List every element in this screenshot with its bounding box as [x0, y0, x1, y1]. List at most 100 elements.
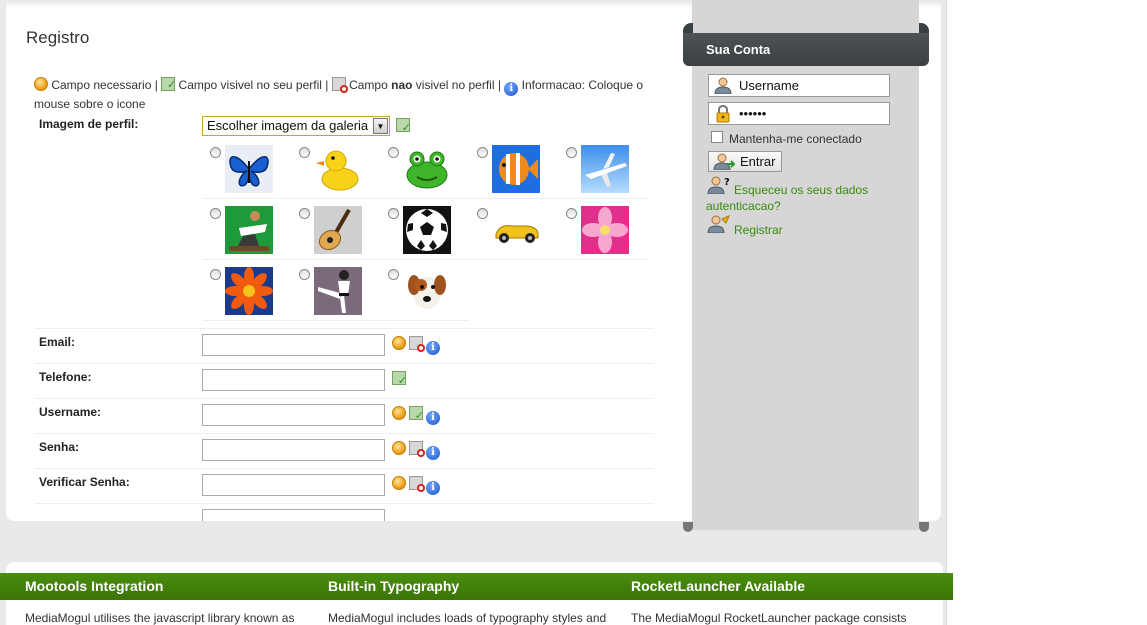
field-divider — [34, 328, 654, 329]
user-login-icon — [713, 153, 737, 173]
email-field-icons: i — [392, 336, 443, 355]
verify-password-label: Verificar Senha: — [39, 475, 130, 489]
next-field-partial[interactable] — [202, 509, 385, 521]
gallery-option-butterfly[interactable] — [202, 140, 291, 198]
phone-field[interactable] — [202, 369, 385, 391]
legend-required-text: Campo necessario | — [51, 78, 158, 92]
required-icon — [392, 406, 406, 420]
info-icon: i — [504, 82, 519, 96]
gallery-radio[interactable] — [210, 269, 221, 280]
required-icon — [34, 77, 48, 91]
right-blank-area — [946, 0, 1147, 625]
dog-thumbnail[interactable] — [403, 267, 451, 315]
required-icon — [392, 441, 406, 455]
soccer-ball-thumbnail[interactable] — [403, 206, 451, 254]
gallery-option-fish[interactable] — [469, 140, 558, 198]
info-icon[interactable]: i — [426, 446, 440, 460]
gallery-option-airplane[interactable] — [558, 140, 647, 198]
gallery-select[interactable]: Escolher imagem da galeria ▼ — [202, 116, 390, 136]
login-password-input[interactable]: •••••• — [708, 102, 890, 125]
airplane-thumbnail[interactable] — [581, 145, 629, 193]
user-icon — [714, 77, 732, 95]
gallery-radio[interactable] — [210, 147, 221, 158]
gallery-option-orange-flower[interactable] — [202, 262, 291, 320]
karate-thumbnail[interactable] — [314, 267, 362, 315]
feature-title-typography: Built-in Typography — [328, 578, 460, 594]
gallery-select-value: Escolher imagem da galeria — [207, 118, 369, 133]
gallery-row-divider — [202, 198, 648, 199]
gallery-option-duck[interactable] — [291, 140, 380, 198]
guitar-thumbnail[interactable] — [314, 206, 362, 254]
sidebar-title: Sua Conta — [683, 23, 929, 66]
not-visible-icon[interactable] — [409, 441, 425, 457]
feature-title-rocketlauncher: RocketLauncher Available — [631, 578, 806, 594]
gallery-option-skateboarder[interactable] — [202, 201, 291, 259]
info-icon[interactable]: i — [426, 411, 440, 425]
login-password-value: •••••• — [739, 106, 767, 121]
visible-icon — [161, 77, 176, 93]
password-label: Senha: — [39, 440, 80, 454]
orange-flower-thumbnail[interactable] — [225, 267, 273, 315]
gallery-radio[interactable] — [477, 208, 488, 219]
username-field[interactable] — [202, 404, 385, 426]
feature-text-typography: MediaMogul includes loads of typography … — [328, 611, 607, 625]
rubber-duck-thumbnail[interactable] — [314, 145, 362, 193]
profile-image-label: Imagem de perfil: — [39, 117, 139, 131]
gallery-option-frog[interactable] — [380, 140, 469, 198]
verify-password-field-icons: i — [392, 476, 443, 495]
gallery-radio[interactable] — [388, 208, 399, 219]
gallery-option-race-car[interactable] — [469, 201, 558, 259]
login-button[interactable]: Entrar — [708, 151, 782, 172]
fish-thumbnail[interactable] — [492, 145, 540, 193]
visible-icon[interactable] — [392, 371, 407, 387]
gallery-option-dog[interactable] — [380, 262, 469, 320]
login-username-input[interactable]: Username — [708, 74, 890, 97]
pink-flower-thumbnail[interactable] — [581, 206, 629, 254]
not-visible-icon — [331, 77, 348, 93]
required-icon — [392, 336, 406, 350]
gallery-radio[interactable] — [477, 147, 488, 158]
page-title: Registro — [26, 28, 90, 47]
gallery-radio[interactable] — [566, 208, 577, 219]
gallery-radio[interactable] — [566, 147, 577, 158]
not-visible-icon[interactable] — [409, 336, 425, 352]
email-label: Email: — [39, 335, 76, 349]
visible-icon[interactable] — [409, 406, 424, 422]
field-divider — [34, 398, 654, 399]
password-field[interactable] — [202, 439, 385, 461]
required-icon — [392, 476, 406, 490]
register-link[interactable]: Registrar — [734, 222, 783, 238]
remember-me-checkbox[interactable] — [711, 131, 723, 143]
email-field[interactable] — [202, 334, 385, 356]
gallery-option-soccer-ball[interactable] — [380, 201, 469, 259]
frog-thumbnail[interactable] — [403, 145, 451, 193]
sidebar-corner — [683, 522, 693, 532]
gallery-option-pink-flower[interactable] — [558, 201, 647, 259]
info-icon[interactable]: i — [426, 481, 440, 495]
gallery-radio[interactable] — [299, 147, 310, 158]
phone-field-icons — [392, 371, 409, 387]
login-button-label: Entrar — [740, 154, 776, 169]
feature-text-rocketlauncher: The MediaMogul RocketLauncher package co… — [631, 611, 907, 625]
username-field-icons: i — [392, 406, 443, 425]
field-divider — [34, 433, 654, 434]
lock-icon — [714, 104, 732, 123]
gallery-radio[interactable] — [388, 147, 399, 158]
gallery-option-karate[interactable] — [291, 262, 380, 320]
gallery-radio[interactable] — [299, 208, 310, 219]
gallery-radio[interactable] — [299, 269, 310, 280]
info-icon[interactable]: i — [426, 341, 440, 355]
forgot-credentials-link[interactable]: Esqueceu os seus dados autenticacao? — [706, 182, 896, 214]
not-visible-icon[interactable] — [409, 476, 425, 492]
gallery-radio[interactable] — [388, 269, 399, 280]
username-label: Username: — [39, 405, 102, 419]
gallery-option-guitar[interactable] — [291, 201, 380, 259]
gallery-radio[interactable] — [210, 208, 221, 219]
legend-not-visible-pre: Campo — [349, 78, 388, 92]
skateboarder-thumbnail[interactable] — [225, 206, 273, 254]
legend-not-visible-post: visivel no perfil | — [415, 78, 501, 92]
butterfly-thumbnail[interactable] — [225, 145, 273, 193]
race-car-thumbnail[interactable] — [492, 206, 540, 254]
chevron-down-icon[interactable]: ▼ — [373, 118, 388, 134]
verify-password-field[interactable] — [202, 474, 385, 496]
